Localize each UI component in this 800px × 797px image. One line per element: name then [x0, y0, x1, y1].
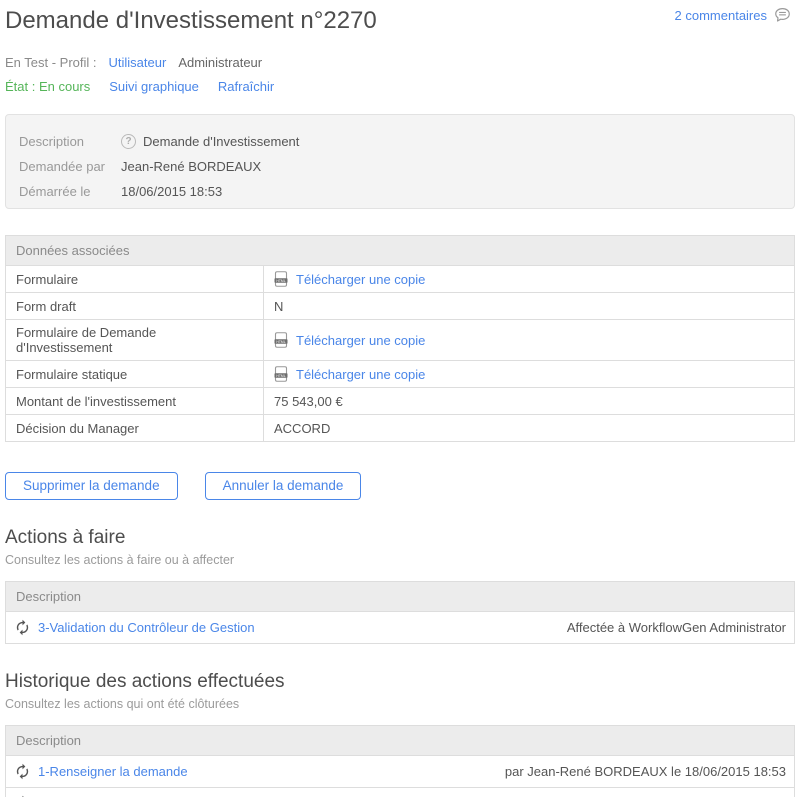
sync-arrows-icon: [14, 619, 31, 636]
table-row: Formulaire de Demande d'Investissement H…: [6, 320, 795, 361]
actions-history-subtitle: Consultez les actions qui ont été clôtur…: [5, 697, 795, 711]
svg-text:HTML: HTML: [276, 279, 285, 283]
status-badge: État : En cours: [5, 79, 90, 94]
summary-label: Description: [19, 134, 121, 149]
download-copy-link[interactable]: Télécharger une copie: [296, 272, 425, 287]
action-row: 3-Validation du Contrôleur de Gestion Af…: [6, 612, 795, 644]
status-line: État : En cours Suivi graphique Rafraîch…: [5, 79, 795, 94]
speech-bubble-icon[interactable]: [773, 6, 792, 24]
data-value: ACCORD: [264, 415, 795, 442]
delete-request-button[interactable]: Supprimer la demande: [5, 472, 178, 500]
html-file-icon: HTML: [274, 271, 288, 287]
page-container: Demande d'Investissement n°2270 2 commen…: [0, 0, 800, 797]
profile-prefix-label: En Test - Profil :: [5, 55, 97, 70]
request-actions: Supprimer la demande Annuler la demande: [5, 472, 795, 500]
table-row: Formulaire HTML Télécharger une copie: [6, 266, 795, 293]
html-file-icon: HTML: [274, 332, 288, 348]
graphical-follow-up-link[interactable]: Suivi graphique: [109, 79, 199, 94]
comments-link[interactable]: 2 commentaires: [675, 8, 767, 23]
request-summary-box: Description ? Demande d'Investissement D…: [5, 114, 795, 209]
data-label: Décision du Manager: [6, 415, 264, 442]
summary-label: Démarrée le: [19, 184, 121, 199]
cancel-request-button[interactable]: Annuler la demande: [205, 472, 362, 500]
data-label: Montant de l'investissement: [6, 388, 264, 415]
header: Demande d'Investissement n°2270 2 commen…: [5, 6, 795, 36]
action-link[interactable]: 1-Renseigner la demande: [38, 764, 188, 779]
actions-todo-header: Description: [6, 582, 795, 612]
refresh-link[interactable]: Rafraîchir: [218, 79, 274, 94]
summary-label: Demandée par: [19, 159, 121, 174]
html-file-icon: HTML: [274, 366, 288, 382]
action-link[interactable]: 3-Validation du Contrôleur de Gestion: [38, 620, 255, 635]
actions-history-title: Historique des actions effectuées: [5, 670, 795, 694]
comments-area: 2 commentaires: [675, 6, 792, 24]
help-circle-icon[interactable]: ?: [121, 134, 136, 149]
summary-value: Jean-René BORDEAUX: [121, 159, 261, 174]
data-label: Formulaire statique: [6, 361, 264, 388]
action-row: 2-Validation du Manager par Guillaume Du…: [6, 788, 795, 797]
svg-text:HTML: HTML: [276, 374, 285, 378]
table-row: Formulaire statique HTML Télécharger une…: [6, 361, 795, 388]
actions-history-table: Description 1-Renseigner la demande: [5, 725, 795, 797]
summary-row-started: Démarrée le 18/06/2015 18:53: [19, 179, 781, 204]
associated-data-table: Données associées Formulaire HTML Téléch…: [5, 235, 795, 442]
data-value: N: [264, 293, 795, 320]
table-row: Montant de l'investissement 75 543,00 €: [6, 388, 795, 415]
profile-user-link[interactable]: Utilisateur: [109, 55, 167, 70]
actions-history-header: Description: [6, 726, 795, 756]
action-assignee: Affectée à WorkflowGen Administrator: [567, 620, 786, 635]
download-copy-link[interactable]: Télécharger une copie: [296, 333, 425, 348]
summary-row-description: Description ? Demande d'Investissement: [19, 129, 781, 154]
summary-row-requester: Demandée par Jean-René BORDEAUX: [19, 154, 781, 179]
summary-value: 18/06/2015 18:53: [121, 184, 222, 199]
profile-line: En Test - Profil : Utilisateur Administr…: [5, 55, 795, 70]
table-row: Décision du Manager ACCORD: [6, 415, 795, 442]
actions-todo-table: Description 3-Validation du Contrôleur d…: [5, 581, 795, 644]
sync-arrows-icon: [14, 763, 31, 780]
profile-admin-label: Administrateur: [178, 55, 262, 70]
action-row: 1-Renseigner la demande par Jean-René BO…: [6, 756, 795, 788]
svg-text:HTML: HTML: [276, 340, 285, 344]
data-label: Formulaire de Demande d'Investissement: [6, 320, 264, 361]
table-row: Form draft N: [6, 293, 795, 320]
actions-todo-subtitle: Consultez les actions à faire ou à affec…: [5, 553, 795, 567]
data-label: Form draft: [6, 293, 264, 320]
associated-data-header: Données associées: [6, 236, 795, 266]
summary-value: Demande d'Investissement: [143, 134, 299, 149]
download-copy-link[interactable]: Télécharger une copie: [296, 367, 425, 382]
actions-todo-title: Actions à faire: [5, 526, 795, 550]
data-value: 75 543,00 €: [264, 388, 795, 415]
action-completed-by: par Jean-René BORDEAUX le 18/06/2015 18:…: [505, 764, 786, 779]
data-label: Formulaire: [6, 266, 264, 293]
